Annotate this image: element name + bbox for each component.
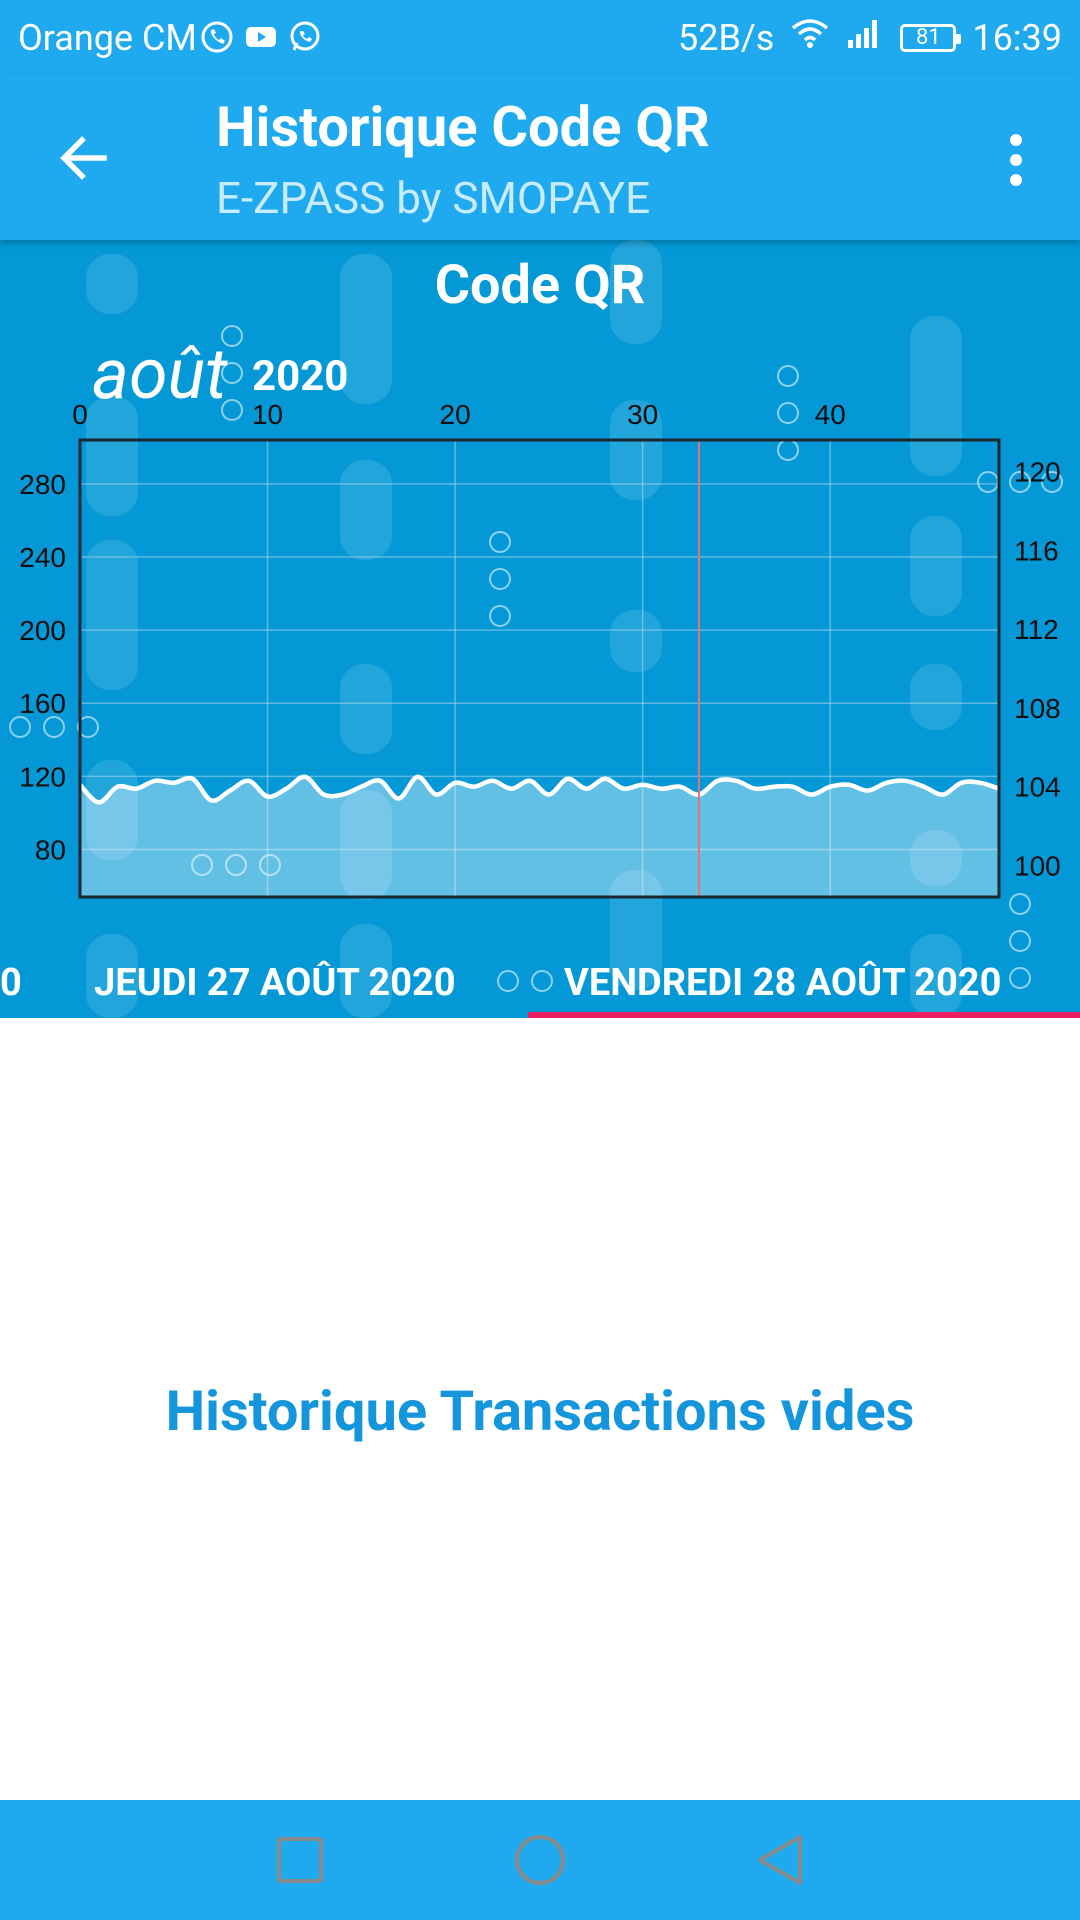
x-tick-label: 20 xyxy=(440,399,471,430)
phone-icon xyxy=(200,20,234,54)
y-right-tick-label: 104 xyxy=(1014,772,1061,803)
tab-jeudi-27[interactable]: JEUDI 27 AOÛT 2020 xyxy=(94,948,456,1018)
y-left-tick-label: 240 xyxy=(19,542,66,573)
qr-history-chart: 0 10 20 30 40 280 240 200 160 120 80 120 116 112 108 10… xyxy=(19,399,1061,899)
status-right: 52B/s 81 16:39 xyxy=(678,16,1062,60)
chart-area xyxy=(80,776,999,897)
selected-tab-indicator xyxy=(528,1012,1080,1018)
x-tick-label: 30 xyxy=(627,399,658,430)
clock: 16:39 xyxy=(972,17,1062,59)
y-left-tick-label: 200 xyxy=(19,615,66,646)
x-tick-label: 10 xyxy=(252,399,283,430)
y-right-tick-label: 108 xyxy=(1014,693,1061,724)
battery-level: 81 xyxy=(915,25,941,50)
qr-header: Code QR août 2020 0 10 20 30 40 280 240 200 160 1… xyxy=(0,240,1080,1018)
page-title: Historique Code QR xyxy=(216,94,710,160)
wifi-icon xyxy=(790,16,830,60)
more-options-icon[interactable] xyxy=(980,124,1052,196)
y-left-tick-label: 80 xyxy=(35,834,66,865)
recents-icon[interactable] xyxy=(270,1830,330,1890)
x-tick-label: 40 xyxy=(815,399,846,430)
empty-state-message: Historique Transactions vides xyxy=(165,1378,915,1444)
y-left-tick-label: 280 xyxy=(19,469,66,500)
carrier-name: Orange CM xyxy=(18,17,197,59)
app-toolbar: Historique Code QR E-ZPASS by SMOPAYE xyxy=(0,76,1080,240)
back-nav-icon[interactable] xyxy=(750,1830,810,1890)
back-arrow-icon[interactable] xyxy=(48,122,120,194)
y-right-tick-label: 112 xyxy=(1014,614,1059,645)
tab-previous[interactable]: 0 xyxy=(0,948,22,1018)
whatsapp-icon xyxy=(288,20,322,54)
y-right-tick-label: 100 xyxy=(1014,850,1061,881)
system-nav-bar xyxy=(0,1800,1080,1920)
y-left-tick-label: 160 xyxy=(19,688,66,719)
home-icon[interactable] xyxy=(510,1830,570,1890)
network-speed: 52B/s xyxy=(678,17,775,59)
youtube-icon xyxy=(244,20,278,54)
battery-icon: 81 xyxy=(900,24,962,52)
y-right-tick-label: 116 xyxy=(1014,535,1059,566)
y-right-tick-label: 120 xyxy=(1014,457,1061,488)
status-bar: Orange CM 52B/s 81 16:39 xyxy=(0,0,1080,76)
tab-vendredi-28[interactable]: VENDREDI 28 AOÛT 2020 xyxy=(564,948,1001,1018)
page-subtitle: E-ZPASS by SMOPAYE xyxy=(216,172,651,224)
notification-icons xyxy=(200,20,322,54)
x-tick-label: 0 xyxy=(72,399,88,430)
y-left-tick-label: 120 xyxy=(19,761,66,792)
signal-icon xyxy=(846,16,884,60)
date-tabs: 0 JEUDI 27 AOÛT 2020 VENDREDI 28 AOÛT 20… xyxy=(0,948,1080,1018)
